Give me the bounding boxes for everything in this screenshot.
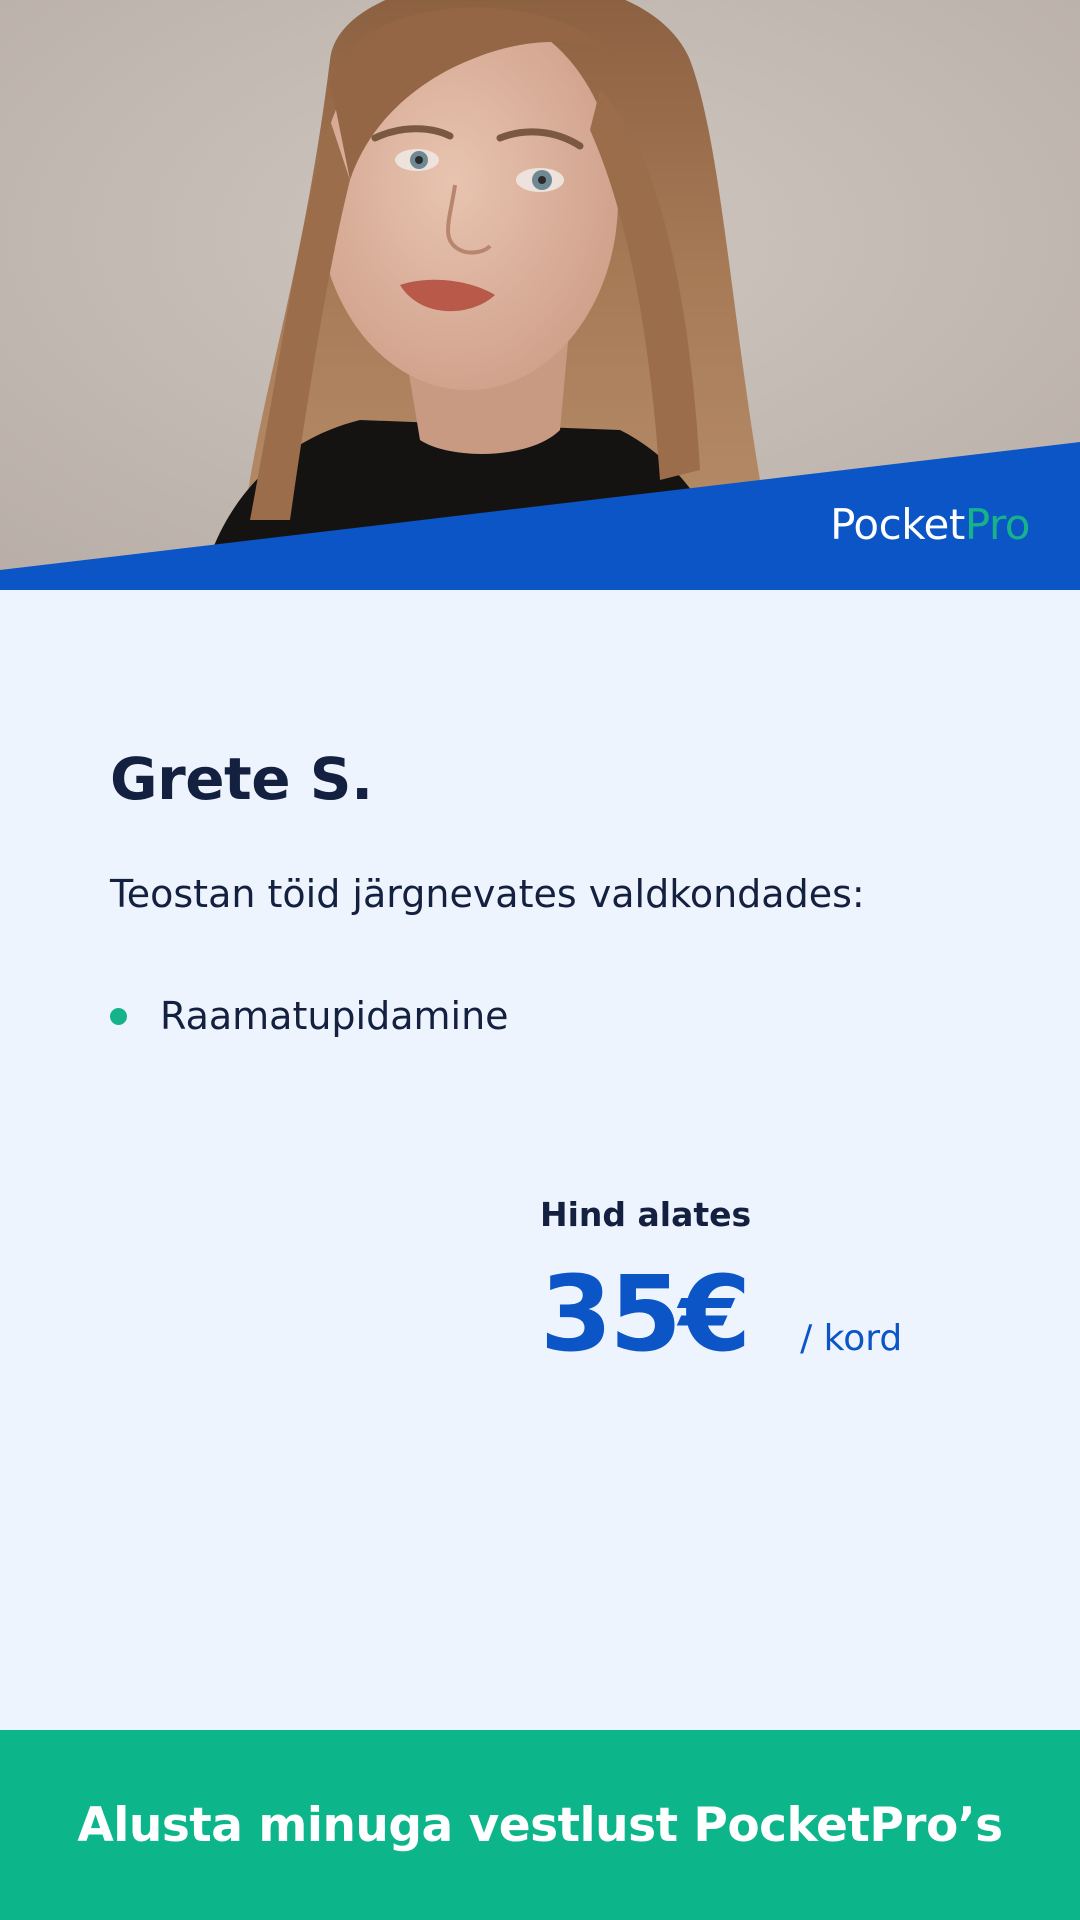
price-block: Hind alates 35€ / kord <box>540 1195 902 1366</box>
start-chat-button[interactable]: Alusta minuga vestlust PocketPro’s <box>0 1730 1080 1920</box>
price-amount: 35€ <box>540 1253 751 1375</box>
logo-text-pocket: Pocket <box>830 500 965 549</box>
bullet-dot-icon <box>110 1007 127 1025</box>
price-label: Hind alates <box>540 1195 752 1234</box>
service-label: Raamatupidamine <box>160 994 509 1038</box>
hero-banner: PocketPro <box>0 0 1080 590</box>
start-chat-label: Alusta minuga vestlust PocketPro’s <box>77 1797 1003 1853</box>
service-item: Raamatupidamine <box>110 990 509 1042</box>
logo-text-pro: Pro <box>964 500 1031 549</box>
pocketpro-logo: PocketPro <box>830 500 1030 549</box>
price-unit: / kord <box>800 1318 903 1359</box>
profile-name: Grete S. <box>110 745 373 813</box>
intro-text: Teostan töid järgnevates valdkondades: <box>110 872 865 916</box>
service-list: Raamatupidamine <box>110 990 509 1042</box>
price-row: 35€ / kord <box>540 1262 902 1366</box>
